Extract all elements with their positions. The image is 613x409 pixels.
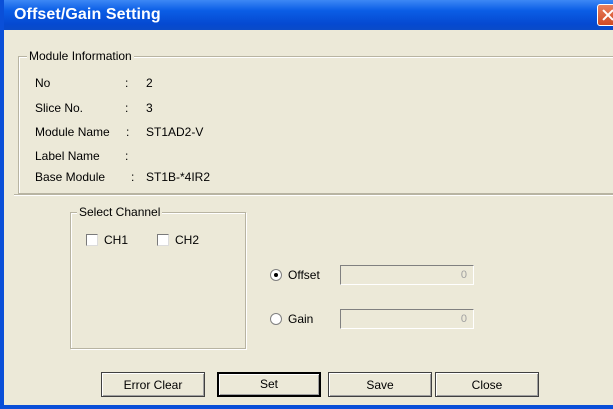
select-channel-group: Select Channel: [70, 205, 246, 349]
slice-no-label: Slice No.: [35, 101, 84, 115]
no-label: No: [35, 76, 51, 90]
set-button[interactable]: Set: [217, 372, 321, 397]
select-channel-legend: Select Channel: [77, 205, 163, 219]
base-module-sep: :: [131, 170, 135, 184]
ch2-label[interactable]: CH2: [175, 233, 199, 247]
slice-no-sep: :: [125, 101, 129, 115]
ch1-checkbox[interactable]: [86, 234, 98, 246]
save-button[interactable]: Save: [328, 372, 432, 397]
base-module-value: ST1B-*4IR2: [146, 170, 211, 184]
gain-radio[interactable]: [270, 313, 282, 325]
module-information-legend: Module Information: [27, 49, 134, 63]
close-button[interactable]: Close: [435, 372, 539, 397]
no-sep: :: [125, 76, 129, 90]
label-name-label: Label Name: [35, 149, 100, 163]
section-divider: [14, 194, 613, 196]
title-bar[interactable]: Offset/Gain Setting: [4, 0, 613, 30]
no-value: 2: [146, 76, 153, 90]
module-name-value: ST1AD2-V: [146, 125, 204, 139]
offset-label[interactable]: Offset: [288, 268, 320, 282]
base-module-label: Base Module: [35, 170, 106, 184]
offset-gain-dialog: Offset/Gain Setting Module Information N…: [0, 0, 613, 409]
ch2-checkbox[interactable]: [157, 234, 169, 246]
close-window-icon[interactable]: [597, 4, 613, 26]
slice-no-value: 3: [146, 101, 153, 115]
offset-radio[interactable]: [270, 269, 282, 281]
window-title: Offset/Gain Setting: [14, 6, 161, 23]
label-name-sep: :: [125, 149, 129, 163]
gain-label[interactable]: Gain: [288, 312, 313, 326]
ch1-label[interactable]: CH1: [104, 233, 128, 247]
module-name-label: Module Name: [35, 125, 110, 139]
offset-field[interactable]: 0: [340, 265, 474, 285]
error-clear-button[interactable]: Error Clear: [101, 372, 205, 397]
gain-field[interactable]: 0: [340, 309, 474, 329]
module-name-sep: :: [126, 125, 130, 139]
